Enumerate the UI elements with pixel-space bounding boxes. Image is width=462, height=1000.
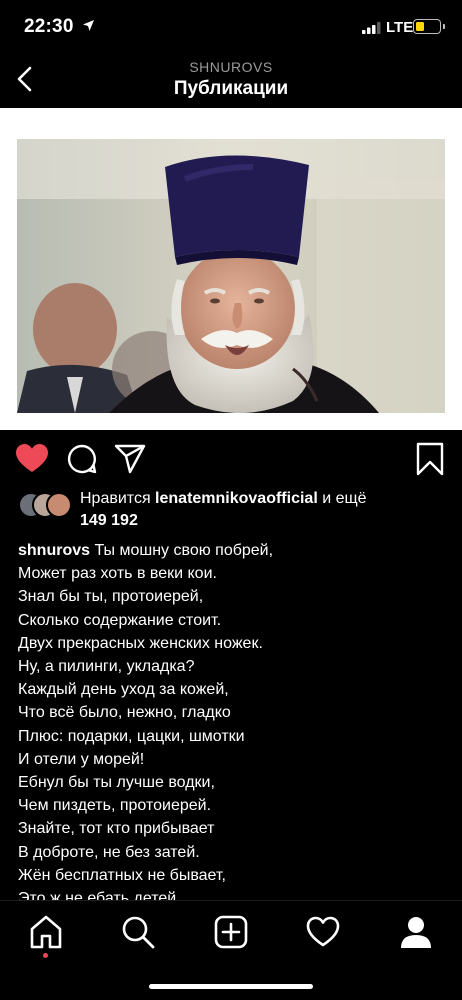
- battery-icon: [413, 19, 441, 34]
- cellular-signal-icon: [362, 22, 381, 34]
- liker-username[interactable]: lenatemnikovaofficial: [155, 490, 318, 507]
- likes-connector: и ещё: [317, 490, 367, 507]
- caption-text: Может раз хоть в веки кои. Знал бы ты, п…: [18, 565, 263, 908]
- status-time: 22:30: [24, 16, 74, 37]
- paper-plane-icon[interactable]: [114, 443, 146, 475]
- home-notification-dot: [43, 953, 48, 958]
- activity-heart-icon[interactable]: [305, 914, 341, 950]
- liker-avatar: [46, 492, 72, 518]
- post-action-bar: [0, 438, 462, 482]
- likes-prefix: Нравится: [80, 490, 156, 507]
- network-type: LTE: [386, 19, 414, 36]
- page-title: Публикации: [173, 78, 289, 99]
- post-photo: [17, 139, 445, 413]
- caption-username[interactable]: shnurovs: [18, 542, 90, 559]
- profile-username: SHNUROVS: [189, 59, 273, 75]
- battery-cap: [443, 24, 445, 29]
- search-icon[interactable]: [120, 914, 156, 950]
- post-image[interactable]: [0, 108, 462, 430]
- home-indicator: [149, 984, 313, 989]
- tab-bar-divider: [0, 900, 462, 901]
- caption-first-line: Ты мошну свою побрей,: [90, 542, 274, 559]
- profile-icon[interactable]: [398, 914, 434, 950]
- status-bar: 22:30 LTE: [0, 0, 462, 52]
- location-arrow-icon: [83, 20, 94, 31]
- bookmark-icon[interactable]: [416, 442, 444, 476]
- nav-header: SHNUROVS Публикации: [0, 52, 462, 108]
- heart-filled-icon[interactable]: [14, 441, 50, 477]
- likes-count[interactable]: 149 192: [80, 512, 138, 529]
- post-caption: shnurovs Ты мошну свою побрей, Может раз…: [18, 539, 448, 910]
- comment-bubble-icon[interactable]: [66, 443, 98, 475]
- battery-level: [416, 22, 424, 31]
- home-icon[interactable]: [28, 914, 64, 950]
- add-post-icon[interactable]: [213, 914, 249, 950]
- likes-summary: Нравится lenatemnikovaofficial и ещё 149 …: [80, 488, 440, 532]
